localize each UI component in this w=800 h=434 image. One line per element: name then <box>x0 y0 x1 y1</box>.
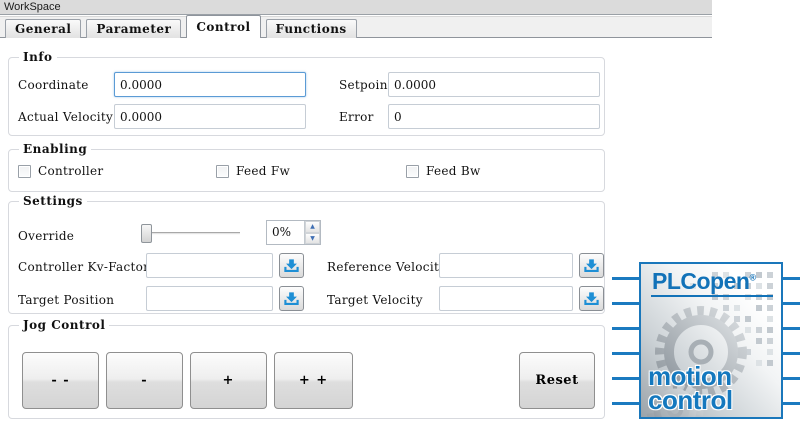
logo-pin-line <box>612 327 639 330</box>
logo-pin-line <box>612 277 639 280</box>
target-velocity-download-button[interactable] <box>579 286 604 311</box>
jog-control-legend: Jog Control <box>19 318 109 332</box>
logo-pin-line <box>783 302 800 305</box>
spinner-up-button[interactable]: ▲ <box>305 221 320 233</box>
error-label: Error <box>339 110 374 124</box>
logo-pin-line <box>783 377 800 380</box>
spinner-arrows: ▲ ▼ <box>304 221 320 244</box>
control-word: control <box>648 388 733 413</box>
feed-fw-checkbox-label: Feed Fw <box>236 164 290 178</box>
reference-velocity-label: Reference Velocity <box>327 260 446 274</box>
plcopen-brand: PLCopen® <box>641 264 781 294</box>
logo-pin-line <box>783 352 800 355</box>
reference-velocity-input[interactable] <box>439 253 573 278</box>
kv-factor-download-button[interactable] <box>279 253 304 278</box>
download-icon <box>583 258 600 273</box>
download-icon <box>583 291 600 306</box>
window-title: WorkSpace <box>4 1 61 13</box>
settings-group: Settings Override 0% ▲ ▼ Controller Kv-F… <box>8 201 605 314</box>
setpoint-label: Setpoint <box>339 78 393 92</box>
spinner-down-button[interactable]: ▼ <box>305 233 320 245</box>
reset-button[interactable]: Reset <box>519 352 595 409</box>
target-position-input[interactable] <box>146 286 273 311</box>
plcopen-motion-control-logo: PLCopen® motion control <box>639 262 783 419</box>
target-position-label: Target Position <box>18 293 114 307</box>
checkbox-icon[interactable] <box>18 165 31 178</box>
feed-fw-checkbox[interactable]: Feed Fw <box>216 164 290 178</box>
logo-pin-line <box>783 402 800 405</box>
feed-bw-checkbox-label: Feed Bw <box>426 164 481 178</box>
kv-factor-label: Controller Kv-Factor <box>18 260 149 274</box>
jog-fast-forward-button[interactable]: + + <box>274 352 353 409</box>
error-input[interactable] <box>388 104 600 129</box>
download-icon <box>283 258 300 273</box>
kv-factor-input[interactable] <box>146 253 273 278</box>
coordinate-label: Coordinate <box>18 78 89 92</box>
target-position-download-button[interactable] <box>279 286 304 311</box>
logo-divider <box>651 295 773 297</box>
reference-velocity-download-button[interactable] <box>579 253 604 278</box>
info-group: Info Coordinate Setpoint Actual Velocity… <box>8 57 605 136</box>
jog-forward-button[interactable]: + <box>190 352 267 409</box>
slider-thumb[interactable] <box>141 224 152 243</box>
logo-pin-line <box>783 277 800 280</box>
arrow-up-icon: ▲ <box>310 223 315 230</box>
actual-velocity-input[interactable] <box>114 104 306 129</box>
tabs: General Parameter Control Functions <box>5 15 357 38</box>
actual-velocity-label: Actual Velocity <box>18 110 113 124</box>
override-label: Override <box>18 229 74 243</box>
registered-mark: ® <box>749 272 755 282</box>
tab-control[interactable]: Control <box>186 15 260 38</box>
enabling-group: Enabling Controller Feed Fw Feed Bw <box>8 149 605 192</box>
override-slider[interactable] <box>141 224 240 243</box>
tab-functions[interactable]: Functions <box>266 19 357 38</box>
download-icon <box>283 291 300 306</box>
logo-pin-line <box>783 327 800 330</box>
override-value: 0% <box>267 221 304 244</box>
tab-parameter[interactable]: Parameter <box>86 19 181 38</box>
target-velocity-label: Target Velocity <box>327 293 423 307</box>
jog-control-group: Jog Control - - - + + + Reset <box>8 325 605 419</box>
feed-bw-checkbox[interactable]: Feed Bw <box>406 164 481 178</box>
workspace-window: WorkSpace General Parameter Control Func… <box>0 0 800 434</box>
logo-pin-line <box>612 402 639 405</box>
plcopen-brand-text: PLCopen <box>652 268 749 294</box>
override-spinner[interactable]: 0% ▲ ▼ <box>266 220 321 245</box>
setpoint-input[interactable] <box>388 72 600 97</box>
motion-control-text: motion control <box>648 364 733 413</box>
logo-pin-line <box>612 377 639 380</box>
target-velocity-input[interactable] <box>439 286 573 311</box>
tab-strip: General Parameter Control Functions <box>0 16 712 38</box>
checkbox-icon[interactable] <box>216 165 229 178</box>
coordinate-input[interactable] <box>114 72 306 97</box>
jog-backward-button[interactable]: - <box>106 352 183 409</box>
checkbox-icon[interactable] <box>406 165 419 178</box>
controller-checkbox[interactable]: Controller <box>18 164 103 178</box>
settings-legend: Settings <box>19 194 87 208</box>
tab-general[interactable]: General <box>5 19 81 38</box>
info-legend: Info <box>19 50 57 64</box>
enabling-legend: Enabling <box>19 142 91 156</box>
arrow-down-icon: ▼ <box>310 235 315 242</box>
slider-track[interactable] <box>141 232 240 235</box>
window-titlebar: WorkSpace <box>0 0 712 15</box>
logo-pin-line <box>612 352 639 355</box>
controller-checkbox-label: Controller <box>38 164 103 178</box>
jog-fast-backward-button[interactable]: - - <box>22 352 99 409</box>
logo-pin-line <box>612 302 639 305</box>
